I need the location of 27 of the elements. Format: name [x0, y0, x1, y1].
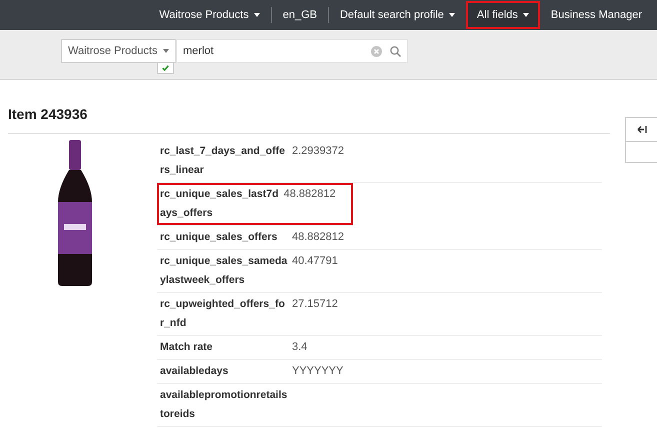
scope-dropdown[interactable]: Waitrose Products	[61, 39, 176, 63]
search-field[interactable]: merlot	[176, 39, 408, 63]
field-value: 3.4	[292, 341, 308, 353]
field-name: availablepromotionretailstoreids	[160, 388, 288, 422]
field-name: availabledays	[160, 364, 230, 379]
field-name: rc_last_7_days_and_offers_linear	[160, 144, 286, 178]
field-name: rc_unique_sales_last7days_offers	[160, 187, 280, 221]
nav-menu-item[interactable]: en_GB	[272, 0, 328, 30]
field-name: rc_unique_sales_offers	[160, 230, 278, 245]
field-value: 48.882812	[284, 188, 336, 200]
caret-icon	[163, 49, 169, 53]
item-title: Item 243936	[8, 104, 610, 134]
nav-menu-item[interactable]: Waitrose Products	[148, 0, 271, 30]
field-name: rc_unique_sales_samedaylastweek_offers	[160, 254, 288, 288]
field-name: rc_upweighted_offers_for_nfd	[160, 297, 286, 331]
field-value: 27.15712	[292, 298, 338, 310]
field-name: Match rate	[160, 340, 214, 355]
field-value: YYYYYYY	[292, 365, 344, 377]
field-value: 2.2939372	[292, 145, 344, 157]
collapse-left-icon[interactable]	[636, 125, 646, 134]
search-icon[interactable]	[390, 46, 401, 56]
field-value: 40.47791	[292, 255, 338, 267]
nav-menu-item[interactable]: Business Manager	[540, 0, 653, 30]
search-input[interactable]: merlot	[183, 42, 363, 60]
nav-menu-item[interactable]: All fields	[466, 0, 540, 30]
nav-menu-item[interactable]: Default search profile	[328, 0, 466, 30]
field-value: 48.882812	[292, 231, 344, 243]
